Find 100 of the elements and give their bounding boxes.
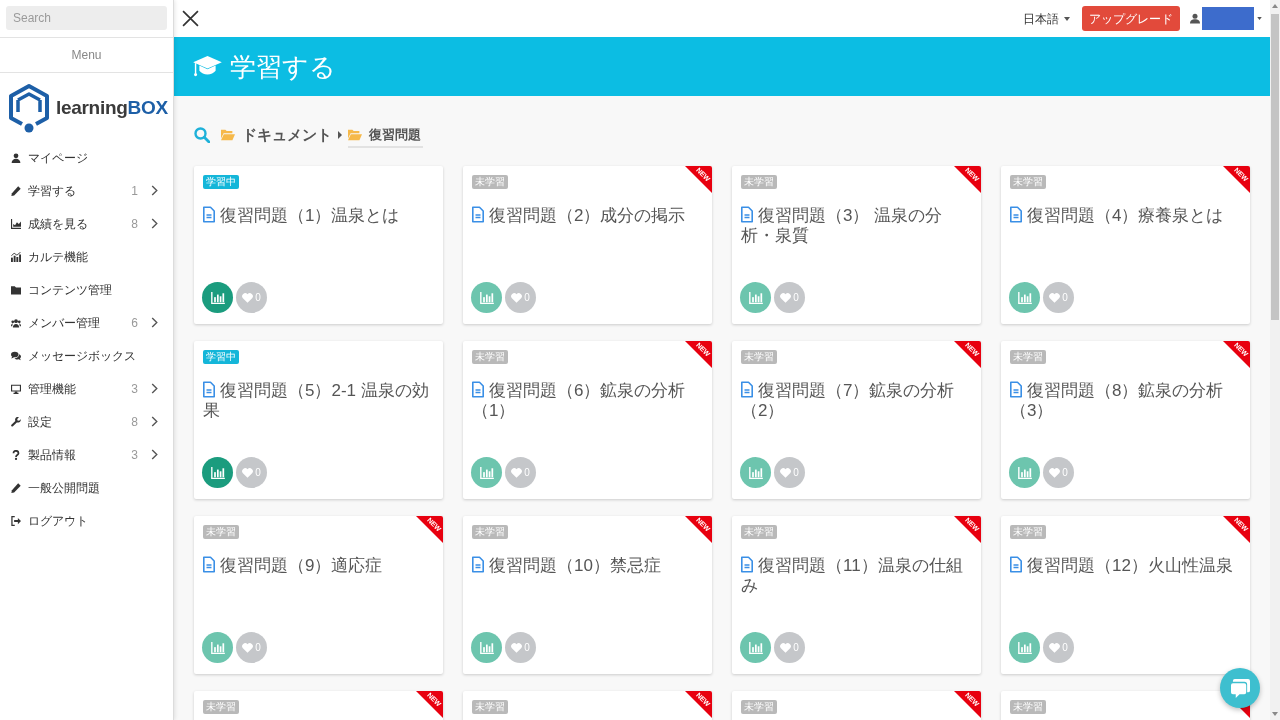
heart-icon — [780, 292, 792, 303]
sidebar-menu-link[interactable]: メッセージボックス — [11, 346, 136, 365]
document-icon — [741, 556, 753, 573]
bar-chart-icon — [479, 641, 494, 654]
sidebar-menu-link[interactable]: ログアウト — [11, 511, 88, 530]
heart-icon — [511, 467, 523, 478]
document-title-link[interactable]: 復習問題（5）2-1 温泉の効果 — [203, 381, 435, 421]
upgrade-button[interactable]: アップグレード — [1082, 6, 1180, 31]
stats-button[interactable] — [740, 632, 771, 663]
sidebar-menu-link[interactable]: 設定 — [11, 412, 52, 431]
sidebar-menu-link[interactable]: コンテンツ管理 — [11, 280, 112, 299]
status-badge: 未学習 — [741, 525, 777, 539]
sidebar-menu-link[interactable]: 製品情報 — [11, 445, 76, 464]
heart-icon — [242, 292, 254, 303]
status-badge: 未学習 — [203, 525, 239, 539]
document-icon — [472, 556, 484, 573]
chevron-right-icon[interactable] — [151, 218, 158, 229]
stats-button[interactable] — [1009, 282, 1040, 313]
caret-down-icon — [1064, 16, 1070, 21]
stats-button[interactable] — [471, 457, 502, 488]
breadcrumb-link[interactable]: ドキュメント — [221, 123, 332, 147]
user-icon[interactable] — [1190, 13, 1200, 24]
close-icon[interactable] — [182, 10, 199, 27]
question-icon — [11, 449, 21, 460]
bar-chart-icon — [1017, 641, 1032, 654]
document-icon — [472, 381, 484, 398]
status-badge: 未学習 — [1010, 350, 1046, 364]
status-badge: 未学習 — [1010, 525, 1046, 539]
chevron-right-icon[interactable] — [151, 449, 158, 460]
bar-chart-icon — [210, 466, 225, 479]
sidebar-menu-link[interactable]: 一般公開問題 — [11, 478, 100, 497]
stats-button[interactable] — [740, 457, 771, 488]
document-icon — [1010, 381, 1022, 398]
item-count: 8 — [131, 413, 138, 431]
status-badge: 未学習 — [741, 350, 777, 364]
search-icon[interactable] — [194, 127, 210, 143]
sidebar-menu-link[interactable]: マイページ — [11, 148, 88, 167]
bar-chart-icon — [748, 291, 763, 304]
stats-button[interactable] — [471, 632, 502, 663]
document-title-link[interactable]: 復習問題（6）鉱泉の分析（1） — [472, 381, 704, 421]
stats-button[interactable] — [471, 282, 502, 313]
stats-button[interactable] — [202, 632, 233, 663]
item-count: 6 — [131, 314, 138, 332]
sidebar-menu-link[interactable]: 成績を見る — [11, 214, 88, 233]
status-badge: 未学習 — [741, 175, 777, 189]
language-dropdown[interactable]: 日本語 — [1023, 9, 1070, 28]
heart-icon — [780, 642, 792, 653]
heart-icon — [242, 642, 254, 653]
stats-button[interactable] — [1009, 457, 1040, 488]
stats-button[interactable] — [202, 457, 233, 488]
status-badge: 未学習 — [1010, 700, 1046, 714]
chevron-right-icon[interactable] — [151, 317, 158, 328]
sidebar-menu-link[interactable]: カルテ機能 — [11, 247, 88, 266]
document-title-link[interactable]: 復習問題（1）温泉とは — [203, 206, 435, 226]
scroll-down-arrow-icon[interactable] — [1272, 712, 1278, 716]
document-title-link[interactable]: 復習問題（4）療養泉とは — [1010, 206, 1242, 226]
wrench-icon — [11, 416, 21, 427]
document-title-link[interactable]: 復習問題（8）鉱泉の分析（3） — [1010, 381, 1242, 421]
users-icon — [11, 317, 21, 328]
chevron-right-icon[interactable] — [151, 383, 158, 394]
bar-chart-icon — [210, 291, 225, 304]
stats-button[interactable] — [1009, 632, 1040, 663]
document-title-link[interactable]: 復習問題（3） 温泉の分析・泉質 — [741, 206, 973, 246]
breadcrumb-link[interactable]: 復習問題 — [348, 124, 423, 149]
document-title-link[interactable]: 復習問題（10）禁忌症 — [472, 556, 704, 576]
stats-button[interactable] — [740, 282, 771, 313]
item-count: 3 — [131, 446, 138, 464]
status-badge: 未学習 — [741, 700, 777, 714]
document-icon — [741, 206, 753, 223]
document-title-link[interactable]: 復習問題（11）温泉の仕組み — [741, 556, 973, 596]
status-badge: 未学習 — [472, 525, 508, 539]
scrollbar-thumb[interactable] — [1271, 14, 1279, 320]
item-count: 8 — [131, 215, 138, 233]
document-title-link[interactable]: 復習問題（9）適応症 — [203, 556, 435, 576]
document-icon — [1010, 556, 1022, 573]
heart-icon — [780, 467, 792, 478]
caret-down-icon[interactable] — [1257, 17, 1262, 20]
sidebar-menu-link[interactable]: メンバー管理 — [11, 313, 100, 332]
chevron-right-icon[interactable] — [151, 185, 158, 196]
document-icon — [1010, 206, 1022, 223]
search-field[interactable]: Search — [6, 6, 167, 30]
page-title: 学習する — [230, 53, 336, 80]
heart-icon — [1049, 642, 1061, 653]
redaction-block — [1202, 7, 1254, 30]
bar-chart-icon — [1017, 466, 1032, 479]
sidebar-menu-link[interactable]: 学習する — [11, 181, 76, 200]
heart-icon — [511, 292, 523, 303]
chevron-right-icon[interactable] — [151, 416, 158, 427]
analytics-icon — [11, 251, 21, 262]
bar-chart-icon — [1017, 291, 1032, 304]
document-title-link[interactable]: 復習問題（7）鉱泉の分析（2） — [741, 381, 973, 421]
sidebar-menu-link[interactable]: 管理機能 — [11, 379, 76, 398]
sign-out-icon — [11, 515, 21, 526]
document-title-link[interactable]: 復習問題（2）成分の掲示 — [472, 206, 704, 226]
pencil-icon — [11, 482, 21, 493]
document-title-link[interactable]: 復習問題（12）火山性温泉 — [1010, 556, 1242, 576]
scroll-up-arrow-icon[interactable] — [1272, 4, 1278, 8]
folder-icon — [348, 128, 362, 141]
bar-chart-icon — [748, 641, 763, 654]
stats-button[interactable] — [202, 282, 233, 313]
